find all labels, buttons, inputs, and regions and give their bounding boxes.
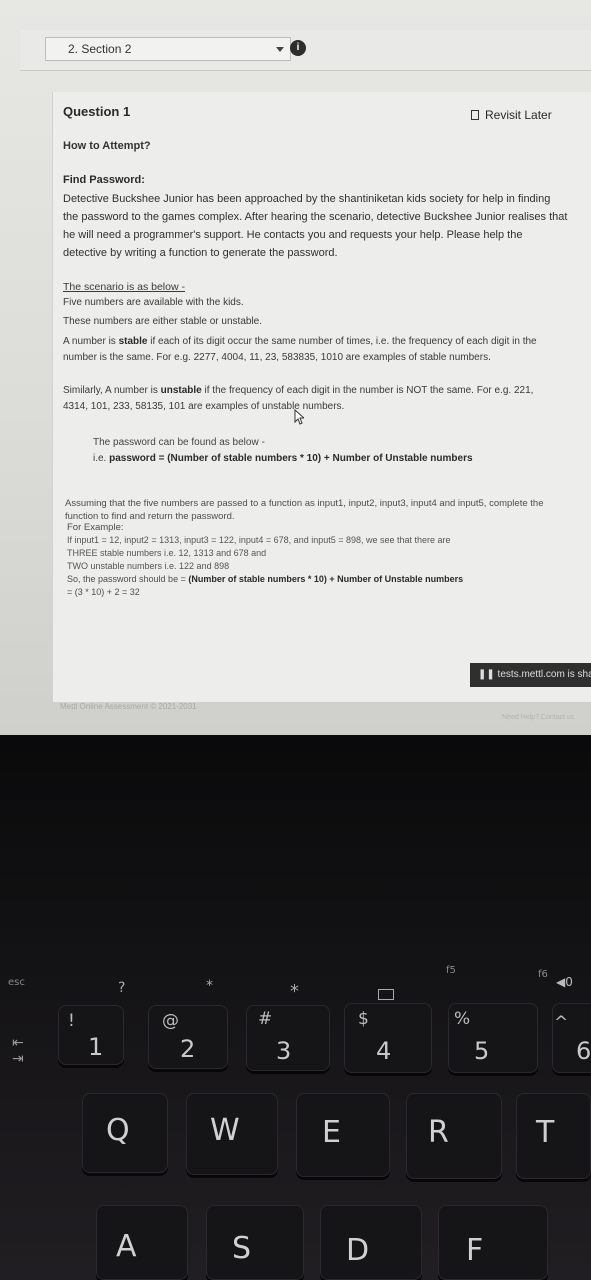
key-2-symbol: @ [162, 1011, 179, 1031]
key-r[interactable]: R [406, 1093, 502, 1179]
password-formula-text: password = (Number of stable numbers * 1… [109, 453, 473, 464]
question-title: Question 1 [63, 104, 131, 119]
key-w[interactable]: W [186, 1093, 278, 1175]
key-1-symbol: ! [68, 1011, 75, 1031]
key-e[interactable]: E [296, 1093, 390, 1177]
example-line-4-prefix: So, the password should be = [67, 574, 189, 584]
f2-key[interactable]: * [206, 978, 213, 994]
screen-share-notice: ❚❚ tests.mettl.com is sharing your scree… [470, 663, 591, 687]
help-link[interactable]: Need Help? Contact us [502, 714, 574, 721]
example-line-3: TWO unstable numbers i.e. 122 and 898 [67, 561, 230, 571]
key-d-label: D [346, 1233, 370, 1268]
example-line-5: = (3 * 10) + 2 = 32 [67, 587, 140, 597]
f1-key[interactable]: ? [118, 980, 125, 996]
laptop-keyboard: esc ? * * f5 f6 ◀0 ! 1 @ 2 # 3 $ 4 % 5 ^… [0, 735, 591, 1280]
tab-forward-icon[interactable]: ⇥ [12, 1051, 24, 1067]
key-2-label: 2 [180, 1035, 196, 1063]
f3-key[interactable]: * [290, 981, 299, 1002]
key-5-symbol: % [454, 1009, 471, 1029]
key-t[interactable]: T [516, 1093, 591, 1179]
stable-definition: A number is stable if each of its digit … [63, 334, 548, 366]
key-4[interactable]: $ 4 [344, 1003, 432, 1073]
revisit-later-label: Revisit Later [485, 108, 552, 122]
example-line-4: So, the password should be = (Number of … [67, 574, 463, 584]
example-line-1: If input1 = 12, input2 = 1313, input3 = … [67, 535, 451, 545]
password-formula: i.e. password = (Number of stable number… [93, 453, 473, 464]
unstable-definition: Similarly, A number is unstable if the f… [63, 383, 548, 415]
key-6-symbol: ^ [554, 1013, 569, 1033]
key-f-label: F [466, 1233, 484, 1268]
browser-screen: 2. Section 2 i Question 1 Revisit Later … [0, 0, 591, 735]
unstable-term: unstable [160, 385, 202, 396]
key-3-label: 3 [276, 1037, 292, 1065]
mouse-cursor-icon [294, 409, 304, 425]
how-to-attempt-link[interactable]: How to Attempt? [63, 140, 151, 152]
key-a[interactable]: A [96, 1205, 188, 1280]
notice-text: tests.mettl.com is sharing your screen. [497, 669, 591, 680]
key-6[interactable]: ^ 6 [552, 1003, 591, 1073]
key-d[interactable]: D [320, 1205, 422, 1280]
key-3[interactable]: # 3 [246, 1005, 330, 1071]
unstable-prefix: Similarly, A number is [63, 385, 161, 396]
top-bar: 2. Section 2 i [20, 30, 591, 71]
key-6-label: 6 [576, 1037, 591, 1065]
key-s[interactable]: S [206, 1205, 304, 1280]
info-icon[interactable]: i [290, 40, 306, 56]
example-line-4-bold: (Number of stable numbers * 10) + Number… [188, 574, 464, 584]
key-4-symbol: $ [358, 1009, 369, 1029]
key-5-label: 5 [474, 1037, 490, 1065]
footer-copyright: Mettl Online Assessment © 2021-2031 [60, 702, 197, 711]
display-toggle-icon[interactable] [378, 989, 394, 1000]
key-1-label: 1 [88, 1033, 104, 1061]
scenario-heading: The scenario is as below - [63, 281, 185, 293]
key-q[interactable]: Q [82, 1093, 168, 1173]
pause-icon: ❚❚ [478, 669, 498, 680]
key-w-label: W [210, 1113, 240, 1148]
example-line-2: THREE stable numbers i.e. 12, 1313 and 6… [67, 548, 267, 558]
question-panel: Question 1 Revisit Later How to Attempt?… [52, 92, 591, 702]
tab-icon[interactable]: ⇤ [12, 1035, 24, 1051]
bookmark-icon [471, 110, 479, 120]
key-2[interactable]: @ 2 [148, 1005, 228, 1069]
f6-key[interactable]: f6 [538, 969, 548, 980]
problem-title: Find Password: [63, 174, 145, 186]
problem-intro: Detective Buckshee Junior has been appro… [63, 193, 568, 259]
section-dropdown[interactable]: 2. Section 2 [45, 37, 291, 61]
chevron-down-icon [276, 47, 284, 52]
key-e-label: E [322, 1115, 341, 1150]
key-5[interactable]: % 5 [448, 1003, 538, 1073]
speaker-icon[interactable]: ◀0 [556, 975, 573, 989]
stable-prefix: A number is [63, 336, 119, 347]
section-label: 2. Section 2 [68, 42, 132, 56]
password-prefix: i.e. [93, 453, 110, 464]
esc-key[interactable]: esc [8, 977, 25, 988]
key-f[interactable]: F [438, 1205, 548, 1280]
key-3-symbol: # [258, 1009, 273, 1029]
key-4-label: 4 [376, 1037, 392, 1065]
key-t-label: T [536, 1115, 555, 1150]
key-r-label: R [428, 1115, 449, 1150]
key-1[interactable]: ! 1 [58, 1005, 124, 1065]
rule-line-1: Five numbers are available with the kids… [63, 297, 244, 308]
assumption-text: Assuming that the five numbers are passe… [65, 498, 544, 522]
stable-term: stable [118, 336, 148, 347]
revisit-later-button[interactable]: Revisit Later [471, 108, 552, 122]
key-q-label: Q [106, 1113, 130, 1148]
password-intro: The password can be found as below - [93, 437, 265, 448]
f5-key[interactable]: f5 [446, 965, 456, 976]
example-heading: For Example: [67, 522, 124, 533]
rule-line-2: These numbers are either stable or unsta… [63, 316, 262, 327]
key-a-label: A [116, 1229, 137, 1264]
key-s-label: S [232, 1231, 252, 1266]
